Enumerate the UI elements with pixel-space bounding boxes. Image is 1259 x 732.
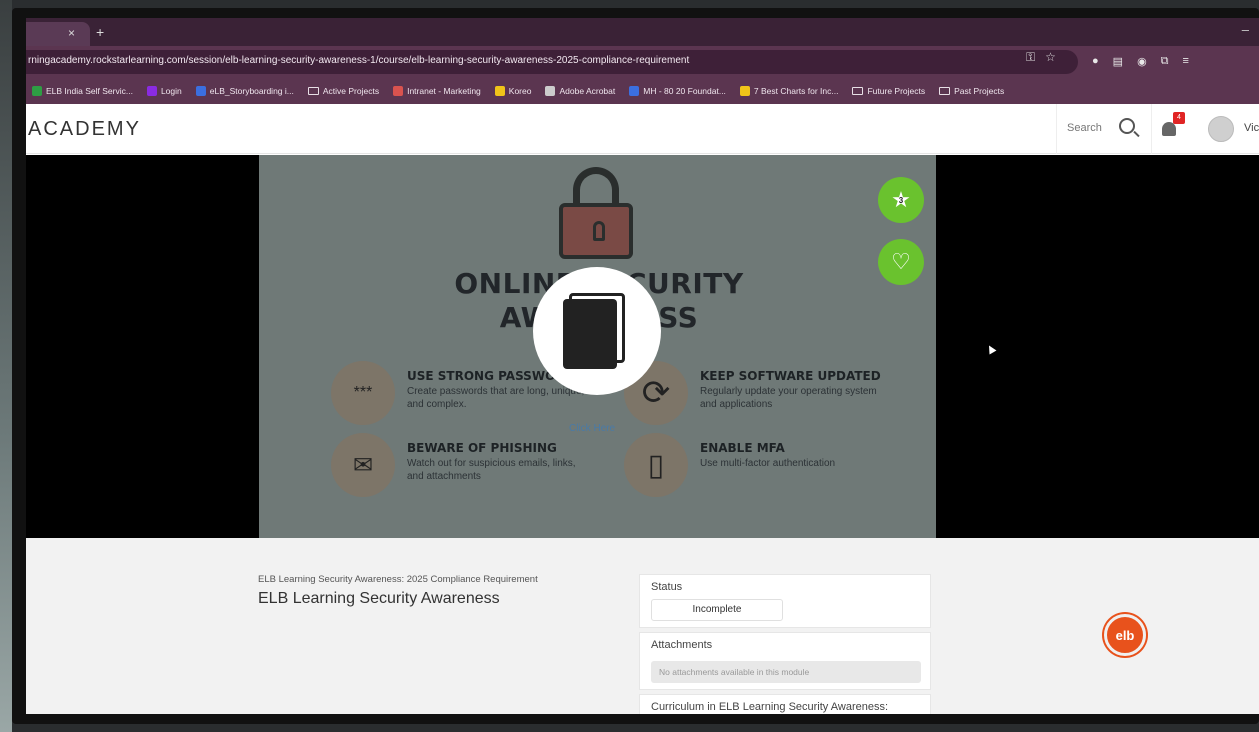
tip-body: Watch out for suspicious emails, links, … bbox=[407, 458, 576, 482]
bookmark-label: Adobe Acrobat bbox=[559, 86, 616, 96]
bookmark-label: Koreo bbox=[508, 86, 532, 96]
bookmark-item[interactable]: Future Projects bbox=[852, 86, 925, 96]
tab-close-icon[interactable]: × bbox=[68, 26, 75, 40]
slide-preview[interactable]: ONLINE SECURITY AWARENESS *** USE STRONG… bbox=[259, 155, 997, 538]
notification-badge: 4 bbox=[1173, 112, 1185, 124]
elb-help-button[interactable]: elb bbox=[1104, 614, 1146, 656]
browser-tab[interactable]: × bbox=[26, 22, 90, 46]
bookmark-item[interactable]: Adobe Acrobat bbox=[545, 86, 615, 96]
mouse-cursor bbox=[985, 343, 997, 355]
course-player: ONLINE SECURITY AWARENESS *** USE STRONG… bbox=[26, 155, 1259, 538]
extension-icons: ● ▤ ◉ ⧉ ≡ bbox=[1092, 55, 1189, 68]
curriculum-label: Curriculum in ELB Learning Security Awar… bbox=[651, 701, 889, 713]
tip-body: Use multi-factor authentication bbox=[700, 458, 836, 469]
academy-logo[interactable]: ACADEMY bbox=[28, 118, 141, 141]
bookmark-label: ELB India Self Servic... bbox=[46, 86, 133, 96]
bookmark-label: Intranet - Marketing bbox=[407, 86, 481, 96]
tip-heading: ENABLE MFA bbox=[700, 441, 785, 455]
bookmark-label: Login bbox=[160, 86, 182, 96]
bookmark-item[interactable]: MH - 80 20 Foundat... bbox=[629, 86, 726, 96]
avatar[interactable] bbox=[1208, 116, 1234, 142]
tip-heading: BEWARE OF PHISHING bbox=[407, 441, 557, 455]
bookmark-label: Future Projects bbox=[867, 86, 926, 96]
bookmark-star-icon[interactable]: ☆ bbox=[1045, 50, 1056, 65]
bookmark-favicon-icon bbox=[146, 86, 157, 96]
bookmark-item[interactable]: Login bbox=[146, 86, 182, 96]
search-icon[interactable] bbox=[1119, 118, 1135, 134]
folder-icon bbox=[852, 87, 864, 95]
click-here-link[interactable]: Click Here bbox=[569, 423, 615, 434]
bookmark-label: Active Projects bbox=[322, 86, 380, 96]
bookmark-label: MH - 80 20 Foundat... bbox=[643, 86, 726, 96]
url-field[interactable]: rningacademy.rockstarlearning.com/sessio… bbox=[26, 50, 1078, 74]
phishing-icon: ✉ bbox=[331, 433, 395, 497]
new-tab-button[interactable]: + bbox=[96, 24, 104, 40]
curriculum-card: Curriculum in ELB Learning Security Awar… bbox=[639, 694, 931, 714]
notifications-button[interactable]: 4 bbox=[1160, 112, 1185, 140]
bookmark-item[interactable]: ELB India Self Servic... bbox=[32, 86, 133, 96]
search-label: Search bbox=[1067, 122, 1102, 134]
tab-strip: × + – bbox=[26, 18, 1259, 46]
course-details: ELB Learning Security Awareness: 2025 Co… bbox=[26, 538, 1259, 714]
background-left bbox=[0, 0, 12, 732]
folder-icon bbox=[307, 87, 319, 95]
tip-body: Create passwords that are long, unique, … bbox=[407, 386, 585, 410]
launch-module-button[interactable] bbox=[533, 267, 661, 395]
bookmark-label: eLB_Storyboarding i... bbox=[209, 86, 294, 96]
minimize-button[interactable]: – bbox=[1242, 22, 1249, 37]
bookmark-favicon-icon bbox=[393, 86, 404, 96]
media-control-icon[interactable]: ≡ bbox=[1183, 55, 1189, 68]
username[interactable]: Vic bbox=[1244, 122, 1259, 134]
attachments-card: Attachments No attachments available in … bbox=[639, 632, 931, 690]
rating-star-button[interactable]: ★ 3 bbox=[878, 177, 924, 223]
bookmark-item[interactable]: Past Projects bbox=[939, 86, 1004, 96]
status-badge: Incomplete bbox=[651, 599, 783, 621]
lock-icon bbox=[559, 167, 633, 259]
bookmark-favicon-icon bbox=[629, 86, 640, 96]
bookmark-item[interactable]: Koreo bbox=[494, 86, 532, 96]
bookmarks-bar: ELB India Self Servic... Login eLB_Storybo… bbox=[26, 78, 1259, 104]
tip-heading: KEEP SOFTWARE UPDATED bbox=[700, 369, 881, 383]
attachments-empty: No attachments available in this module bbox=[651, 661, 921, 683]
bookmark-item[interactable]: Active Projects bbox=[307, 86, 380, 96]
heart-icon: ♡ bbox=[891, 249, 911, 274]
bookmark-favicon-icon bbox=[739, 86, 750, 96]
url-text: rningacademy.rockstarlearning.com/sessio… bbox=[28, 55, 690, 66]
tip-body: Regularly update your operating system a… bbox=[700, 386, 877, 410]
extension-reader-icon[interactable]: ▤ bbox=[1113, 55, 1123, 68]
extensions-puzzle-icon[interactable]: ⧉ bbox=[1161, 55, 1169, 68]
bell-icon bbox=[1162, 122, 1176, 136]
site-header: ACADEMY Search 4 Vic bbox=[26, 104, 1259, 154]
course-title: ELB Learning Security Awareness bbox=[258, 590, 500, 607]
browser-window: × + – rningacademy.rockstarlearning.com/… bbox=[26, 18, 1259, 714]
mfa-icon: ▯ bbox=[624, 433, 688, 497]
bookmark-label: Past Projects bbox=[954, 86, 1005, 96]
attachments-label: Attachments bbox=[651, 639, 713, 651]
favorite-button[interactable]: ♡ bbox=[878, 239, 924, 285]
url-actions: ⚿ ☆ bbox=[1026, 50, 1056, 65]
bookmark-item[interactable]: Intranet - Marketing bbox=[393, 86, 481, 96]
bookmark-item[interactable]: 7 Best Charts for Inc... bbox=[739, 86, 839, 96]
bookmark-favicon-icon bbox=[195, 86, 206, 96]
extension-shield-icon[interactable]: ◉ bbox=[1137, 55, 1147, 68]
address-bar: rningacademy.rockstarlearning.com/sessio… bbox=[26, 46, 1259, 78]
bookmark-favicon-icon bbox=[494, 86, 505, 96]
extension-dot-icon[interactable]: ● bbox=[1092, 55, 1099, 68]
status-card: Status Incomplete bbox=[639, 574, 931, 628]
password-icon: *** bbox=[331, 361, 395, 425]
document-icon bbox=[563, 293, 625, 369]
breadcrumb: ELB Learning Security Awareness: 2025 Co… bbox=[258, 574, 538, 585]
bookmark-favicon-icon bbox=[545, 86, 556, 96]
status-label: Status bbox=[651, 581, 683, 593]
bookmark-favicon-icon bbox=[32, 86, 42, 96]
bookmark-item[interactable]: eLB_Storyboarding i... bbox=[195, 86, 294, 96]
key-icon[interactable]: ⚿ bbox=[1026, 50, 1035, 65]
bookmark-label: 7 Best Charts for Inc... bbox=[753, 86, 839, 96]
folder-icon bbox=[939, 87, 951, 95]
search-button[interactable]: Search bbox=[1056, 104, 1152, 154]
star-count: 3 bbox=[898, 195, 904, 205]
